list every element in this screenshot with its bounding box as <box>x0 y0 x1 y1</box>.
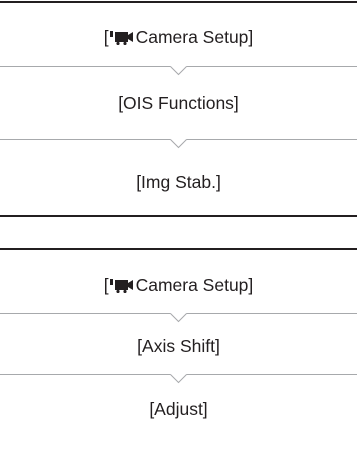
menu-step-ois-functions: [OIS Functions] <box>118 93 239 113</box>
menu-path-block-1: [ Camera Setup] [OIS Functions] [Img Stab… <box>0 0 357 220</box>
menu-step-label: Camera Setup] <box>135 275 254 295</box>
movie-camera-icon <box>109 28 134 50</box>
menu-step-label: Camera Setup] <box>135 27 254 47</box>
menu-step-camera-setup: [ Camera Setup] <box>0 26 357 50</box>
step-divider <box>0 139 357 151</box>
menu-step-img-stab: [Img Stab.] <box>136 172 221 192</box>
menu-path-block-2: [ Camera Setup] [Axis Shift] [Adjust] <box>0 220 357 449</box>
step-divider <box>0 313 357 325</box>
menu-step-adjust: [Adjust] <box>149 399 208 419</box>
menu-step-axis-shift: [Axis Shift] <box>137 336 220 356</box>
bracket-open: [ <box>103 275 109 295</box>
bracket-open: [ <box>103 27 109 47</box>
menu-step-camera-setup: [ Camera Setup] <box>0 274 357 298</box>
top-rule <box>0 248 357 250</box>
bottom-rule <box>0 215 357 217</box>
step-divider <box>0 66 357 78</box>
step-divider <box>0 374 357 386</box>
movie-camera-icon <box>109 276 134 298</box>
top-rule <box>0 1 357 3</box>
